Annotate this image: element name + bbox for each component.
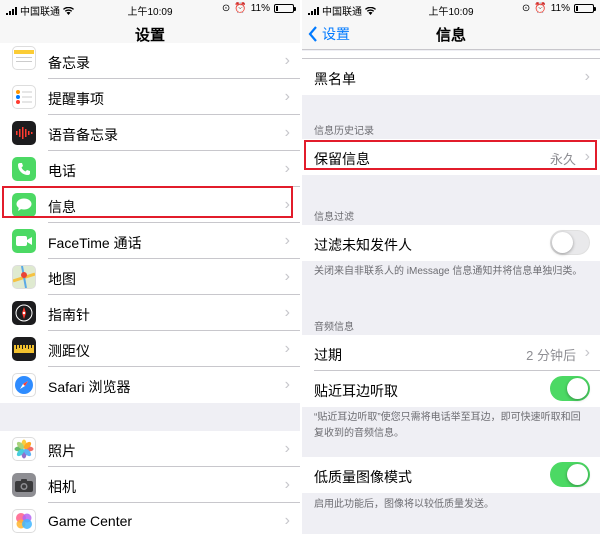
- settings-item-game-center[interactable]: Game Center ›: [0, 503, 300, 534]
- chevron-right-icon: ›: [284, 440, 290, 457]
- chevron-right-icon: ›: [284, 196, 290, 213]
- audio-section-header: 音频信息: [314, 322, 354, 333]
- page-title: 设置: [134, 27, 165, 44]
- measure-icon: [12, 337, 36, 361]
- keep-messages-value: 永久: [549, 152, 576, 167]
- low-quality-toggle[interactable]: [550, 462, 590, 487]
- chevron-right-icon: ›: [284, 476, 290, 493]
- chevron-right-icon: ›: [584, 68, 590, 85]
- maps-icon: [12, 265, 36, 289]
- expire-value: 2 分钟后: [526, 348, 576, 363]
- alarm-icon: ⏰: [234, 3, 247, 14]
- blacklist-row[interactable]: 黑名单 ›: [302, 59, 600, 95]
- phone-icon: [12, 157, 36, 181]
- chevron-right-icon: ›: [284, 304, 290, 321]
- filter-unknown-row: 过滤未知发件人: [302, 225, 600, 261]
- settings-item-camera[interactable]: 相机 ›: [0, 467, 300, 503]
- chevron-right-icon: ›: [284, 376, 290, 393]
- low-quality-row: 低质量图像模式: [302, 457, 600, 493]
- chevron-right-icon: ›: [584, 148, 590, 165]
- messages-icon: [12, 193, 36, 217]
- orientation-lock-icon: ⊙: [521, 3, 531, 14]
- chevron-right-icon: ›: [284, 512, 290, 529]
- settings-item-measure[interactable]: 测距仪 ›: [0, 331, 300, 367]
- settings-item-photos[interactable]: 照片 ›: [0, 431, 300, 467]
- settings-item-safari[interactable]: Safari 浏览器 ›: [0, 367, 300, 403]
- camera-icon: [12, 473, 36, 497]
- settings-item-compass[interactable]: 指南针 ›: [0, 295, 300, 331]
- settings-panel: 中国联通 上午10:09 ⊙ ⏰ 11% 设置 备忘录 › 提醒事项 › 语音备…: [0, 0, 300, 534]
- photos-icon: [12, 437, 36, 461]
- page-title: 信息: [435, 27, 466, 44]
- nav-bar: 设置 信息: [302, 16, 600, 50]
- alarm-icon: ⏰: [534, 3, 547, 14]
- messages-settings-panel: 中国联通 上午10:09 ⊙ ⏰ 11% 设置 信息 黑名单 › 信息历史记录 …: [302, 0, 600, 534]
- battery-percent: 11%: [550, 3, 570, 14]
- facetime-icon: [12, 229, 36, 253]
- filter-footer: 关闭来自非联系人的 iMessage 信息通知并将信息单独归类。: [314, 266, 583, 277]
- filter-section-header: 信息过滤: [314, 212, 354, 223]
- expire-row[interactable]: 过期 2 分钟后 ›: [302, 335, 600, 371]
- raise-footer: “贴近耳边听取”使您只需将电话举至耳边，即可快速听取和回复收到的音频信息。: [314, 412, 581, 439]
- compass-icon: [12, 301, 36, 325]
- chevron-right-icon: ›: [284, 88, 290, 105]
- safari-icon: [12, 373, 36, 397]
- partial-row: [302, 51, 600, 59]
- raise-to-listen-row: 贴近耳边听取: [302, 371, 600, 407]
- chevron-right-icon: ›: [584, 344, 590, 361]
- chevron-right-icon: ›: [284, 340, 290, 357]
- chevron-right-icon: ›: [284, 268, 290, 285]
- low-quality-footer: 启用此功能后，图像将以较低质量发送。: [314, 499, 494, 510]
- orientation-lock-icon: ⊙: [221, 3, 231, 14]
- keep-messages-row[interactable]: 保留信息 永久 ›: [302, 139, 600, 175]
- settings-item-notes[interactable]: 备忘录 ›: [0, 43, 300, 79]
- settings-item-voice-memos[interactable]: 语音备忘录 ›: [0, 115, 300, 151]
- voice-memos-icon: [12, 121, 36, 145]
- settings-item-messages[interactable]: 信息 ›: [0, 187, 300, 223]
- chevron-right-icon: ›: [284, 160, 290, 177]
- battery-percent: 11%: [250, 3, 270, 14]
- settings-item-facetime[interactable]: FaceTime 通话 ›: [0, 223, 300, 259]
- battery-icon: [274, 4, 296, 13]
- chevron-right-icon: ›: [284, 52, 290, 69]
- raise-to-listen-toggle[interactable]: [550, 376, 590, 401]
- history-section-header: 信息历史记录: [314, 126, 374, 137]
- settings-item-maps[interactable]: 地图 ›: [0, 259, 300, 295]
- chevron-right-icon: ›: [284, 124, 290, 141]
- status-bar: 中国联通 上午10:09 ⊙ ⏰ 11%: [302, 0, 600, 18]
- notes-icon: [12, 46, 36, 70]
- settings-item-reminders[interactable]: 提醒事项 ›: [0, 79, 300, 115]
- battery-icon: [574, 4, 596, 13]
- filter-unknown-toggle[interactable]: [550, 230, 590, 255]
- game-center-icon: [12, 509, 36, 533]
- settings-item-phone[interactable]: 电话 ›: [0, 151, 300, 187]
- chevron-right-icon: ›: [284, 232, 290, 249]
- status-bar: 中国联通 上午10:09 ⊙ ⏰ 11%: [0, 0, 300, 18]
- reminders-icon: [12, 85, 36, 109]
